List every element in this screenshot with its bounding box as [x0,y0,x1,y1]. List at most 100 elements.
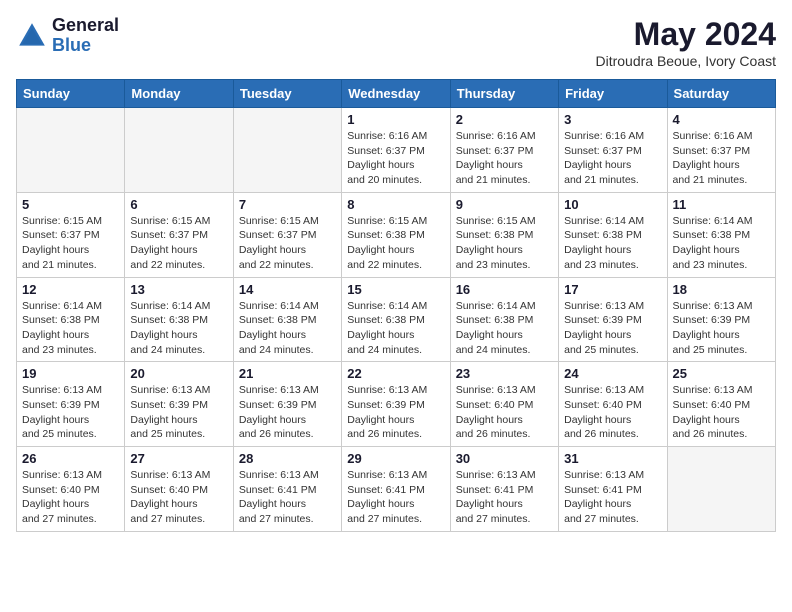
day-cell: 21 Sunrise: 6:13 AMSunset: 6:39 PMDayligh… [233,362,341,447]
day-cell [233,108,341,193]
day-cell: 16Sunrise: 6:14 AMSunset: 6:38 PMDayligh… [450,277,558,362]
day-cell: 28Sunrise: 6:13 AMSunset: 6:41 PMDayligh… [233,447,341,532]
day-cell: 4 Sunrise: 6:16 AMSunset: 6:37 PMDaylight… [667,108,775,193]
location-subtitle: Ditroudra Beoue, Ivory Coast [595,53,776,69]
week-row-1: 1 Sunrise: 6:16 AMSunset: 6:37 PMDaylight… [17,108,776,193]
day-info: Sunrise: 6:13 AMSunset: 6:39 PMDaylight … [22,383,119,442]
day-info: Sunrise: 6:13 AMSunset: 6:39 PMDaylight … [347,383,444,442]
title-block: May 2024 Ditroudra Beoue, Ivory Coast [595,16,776,69]
column-header-tuesday: Tuesday [233,80,341,108]
day-number: 24 [564,366,661,381]
day-cell: 11 Sunrise: 6:14 AMSunset: 6:38 PMDayligh… [667,192,775,277]
day-cell: 8 Sunrise: 6:15 AMSunset: 6:38 PMDaylight… [342,192,450,277]
day-number: 6 [130,197,227,212]
day-cell: 1 Sunrise: 6:16 AMSunset: 6:37 PMDaylight… [342,108,450,193]
day-cell: 19 Sunrise: 6:13 AMSunset: 6:39 PMDayligh… [17,362,125,447]
day-number: 22 [347,366,444,381]
week-row-5: 26 Sunrise: 6:13 AMSunset: 6:40 PMDayligh… [17,447,776,532]
week-row-3: 12Sunrise: 6:14 AMSunset: 6:38 PMDayligh… [17,277,776,362]
day-cell: 7 Sunrise: 6:15 AMSunset: 6:37 PMDaylight… [233,192,341,277]
week-row-2: 5Sunrise: 6:15 AMSunset: 6:37 PMDaylight… [17,192,776,277]
day-number: 2 [456,112,553,127]
day-info: Sunrise: 6:13 AMSunset: 6:40 PMDaylight … [130,468,227,527]
day-info: Sunrise: 6:15 AMSunset: 6:37 PMDaylight … [239,214,336,273]
day-number: 23 [456,366,553,381]
logo: General Blue [16,16,119,56]
day-number: 8 [347,197,444,212]
day-number: 21 [239,366,336,381]
logo-blue: Blue [52,36,119,56]
day-number: 13 [130,282,227,297]
day-info: Sunrise: 6:16 AMSunset: 6:37 PMDaylight … [347,129,444,188]
day-cell: 13 Sunrise: 6:14 AMSunset: 6:38 PMDayligh… [125,277,233,362]
day-number: 19 [22,366,119,381]
day-info: Sunrise: 6:13 AMSunset: 6:40 PMDaylight … [673,383,770,442]
day-cell: 9Sunrise: 6:15 AMSunset: 6:38 PMDaylight… [450,192,558,277]
day-cell: 22 Sunrise: 6:13 AMSunset: 6:39 PMDayligh… [342,362,450,447]
day-cell: 27 Sunrise: 6:13 AMSunset: 6:40 PMDayligh… [125,447,233,532]
day-cell: 17 Sunrise: 6:13 AMSunset: 6:39 PMDayligh… [559,277,667,362]
day-info: Sunrise: 6:14 AMSunset: 6:38 PMDaylight … [673,214,770,273]
day-info: Sunrise: 6:13 AMSunset: 6:39 PMDaylight … [673,299,770,358]
day-cell: 26 Sunrise: 6:13 AMSunset: 6:40 PMDayligh… [17,447,125,532]
day-cell: 24 Sunrise: 6:13 AMSunset: 6:40 PMDayligh… [559,362,667,447]
day-number: 18 [673,282,770,297]
day-cell: 20 Sunrise: 6:13 AMSunset: 6:39 PMDayligh… [125,362,233,447]
day-info: Sunrise: 6:13 AMSunset: 6:39 PMDaylight … [564,299,661,358]
day-number: 17 [564,282,661,297]
column-header-monday: Monday [125,80,233,108]
day-info: Sunrise: 6:13 AMSunset: 6:39 PMDaylight … [130,383,227,442]
logo-icon [16,20,48,52]
day-cell [125,108,233,193]
day-info: Sunrise: 6:14 AMSunset: 6:38 PMDaylight … [239,299,336,358]
week-row-4: 19 Sunrise: 6:13 AMSunset: 6:39 PMDayligh… [17,362,776,447]
day-number: 25 [673,366,770,381]
column-header-friday: Friday [559,80,667,108]
day-cell: 5Sunrise: 6:15 AMSunset: 6:37 PMDaylight… [17,192,125,277]
logo-general: General [52,16,119,36]
day-info: Sunrise: 6:13 AMSunset: 6:41 PMDaylight … [456,468,553,527]
day-number: 31 [564,451,661,466]
day-info: Sunrise: 6:14 AMSunset: 6:38 PMDaylight … [564,214,661,273]
day-cell: 14 Sunrise: 6:14 AMSunset: 6:38 PMDayligh… [233,277,341,362]
day-info: Sunrise: 6:16 AMSunset: 6:37 PMDaylight … [564,129,661,188]
day-info: Sunrise: 6:14 AMSunset: 6:38 PMDaylight … [130,299,227,358]
calendar-header-row: SundayMondayTuesdayWednesdayThursdayFrid… [17,80,776,108]
day-number: 1 [347,112,444,127]
day-number: 7 [239,197,336,212]
day-cell [17,108,125,193]
day-info: Sunrise: 6:15 AMSunset: 6:38 PMDaylight … [347,214,444,273]
day-info: Sunrise: 6:15 AMSunset: 6:37 PMDaylight … [22,214,119,273]
day-info: Sunrise: 6:13 AMSunset: 6:41 PMDaylight … [347,468,444,527]
day-number: 3 [564,112,661,127]
day-number: 26 [22,451,119,466]
day-cell: 29 Sunrise: 6:13 AMSunset: 6:41 PMDayligh… [342,447,450,532]
day-info: Sunrise: 6:13 AMSunset: 6:39 PMDaylight … [239,383,336,442]
day-cell: 12Sunrise: 6:14 AMSunset: 6:38 PMDayligh… [17,277,125,362]
column-header-saturday: Saturday [667,80,775,108]
day-number: 11 [673,197,770,212]
day-number: 20 [130,366,227,381]
day-info: Sunrise: 6:16 AMSunset: 6:37 PMDaylight … [456,129,553,188]
day-number: 29 [347,451,444,466]
day-info: Sunrise: 6:14 AMSunset: 6:38 PMDaylight … [347,299,444,358]
day-info: Sunrise: 6:14 AMSunset: 6:38 PMDaylight … [456,299,553,358]
day-info: Sunrise: 6:16 AMSunset: 6:37 PMDaylight … [673,129,770,188]
column-header-sunday: Sunday [17,80,125,108]
day-number: 4 [673,112,770,127]
day-cell: 3 Sunrise: 6:16 AMSunset: 6:37 PMDaylight… [559,108,667,193]
day-number: 28 [239,451,336,466]
day-cell: 2 Sunrise: 6:16 AMSunset: 6:37 PMDaylight… [450,108,558,193]
day-number: 14 [239,282,336,297]
day-info: Sunrise: 6:13 AMSunset: 6:40 PMDaylight … [564,383,661,442]
day-info: Sunrise: 6:15 AMSunset: 6:37 PMDaylight … [130,214,227,273]
column-header-wednesday: Wednesday [342,80,450,108]
day-cell: 15Sunrise: 6:14 AMSunset: 6:38 PMDayligh… [342,277,450,362]
day-cell: 25 Sunrise: 6:13 AMSunset: 6:40 PMDayligh… [667,362,775,447]
day-cell: 6 Sunrise: 6:15 AMSunset: 6:37 PMDaylight… [125,192,233,277]
day-cell: 31Sunrise: 6:13 AMSunset: 6:41 PMDayligh… [559,447,667,532]
calendar-table: SundayMondayTuesdayWednesdayThursdayFrid… [16,79,776,532]
day-info: Sunrise: 6:15 AMSunset: 6:38 PMDaylight … [456,214,553,273]
day-info: Sunrise: 6:13 AMSunset: 6:40 PMDaylight … [22,468,119,527]
day-number: 27 [130,451,227,466]
